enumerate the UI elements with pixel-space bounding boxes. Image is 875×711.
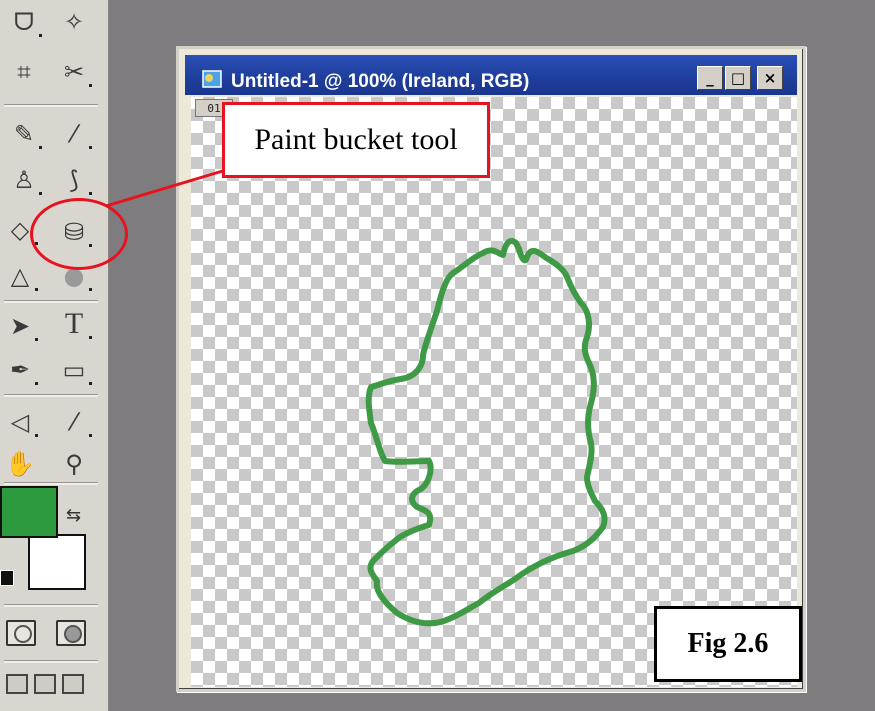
audio-note-icon: ◁ [10, 408, 30, 436]
brush-icon: ⁄ [71, 120, 76, 148]
quick-mask-icon [64, 625, 82, 643]
close-icon: × [763, 69, 777, 87]
close-button[interactable]: × [757, 66, 783, 90]
background-color-swatch[interactable] [28, 534, 86, 590]
type-tool[interactable]: T [54, 306, 94, 342]
toolbox-divider [4, 104, 98, 107]
image-canvas[interactable] [191, 97, 797, 687]
eyedropper-icon: ⁄ [71, 408, 76, 436]
ireland-outline [365, 237, 608, 627]
document-title-bar[interactable]: Untitled-1 @ 100% (Ireland, RGB) _ □ × [185, 55, 797, 95]
paint-bucket-callout: Paint bucket tool [222, 102, 490, 178]
bandage-icon: ✎ [13, 120, 35, 148]
slice-icon: ✂ [63, 58, 85, 86]
pen-tool[interactable]: ✒ [0, 352, 40, 388]
pen-icon: ✒ [9, 356, 31, 384]
lasso-tool[interactable]: ᗜ [4, 4, 44, 40]
eyedropper-tool[interactable]: ⁄ [54, 404, 94, 440]
crop-tool[interactable]: ⌗ [4, 54, 44, 90]
minimize-icon: _ [706, 69, 714, 87]
rectangle-icon: ▭ [62, 356, 86, 384]
crop-icon: ⌗ [17, 58, 31, 86]
full-screen-mode-button[interactable] [62, 674, 84, 694]
magic-wand-icon: ✧ [63, 8, 85, 36]
magic-wand-tool[interactable]: ✧ [54, 4, 94, 40]
brush-tool[interactable]: ⁄ [54, 116, 94, 152]
photoshop-document-icon [202, 70, 222, 88]
maximize-icon: □ [730, 69, 746, 87]
figure-label-text: Fig 2.6 [687, 628, 769, 659]
figure-label: Fig 2.6 [654, 606, 802, 682]
type-icon: T [64, 307, 84, 340]
toolbox-divider [4, 660, 98, 663]
magnifier-icon: ⚲ [65, 450, 83, 478]
eraser-icon: ◇ [10, 216, 30, 244]
toolbox-panel: ᗜ ✧ ⌗ ✂ ✎ ⁄ ♙ ⟆ ◇ ⛁ △ ● ➤ T ✒ ▭ ◁ ⁄ ✋ ⚲ … [0, 0, 109, 711]
hand-icon: ✋ [5, 450, 35, 478]
toolbox-divider [4, 604, 98, 607]
toolbox-divider [4, 300, 98, 303]
callout-label: Paint bucket tool [254, 123, 458, 156]
toolbox-divider [4, 394, 98, 397]
swap-colors-icon[interactable]: ⇆ [66, 505, 81, 526]
paint-bucket-highlight-circle [30, 198, 128, 270]
quick-mask-mode-button[interactable] [56, 620, 86, 646]
default-colors-icon[interactable] [0, 570, 14, 586]
stamp-icon: ♙ [13, 166, 35, 194]
slice-tool[interactable]: ✂ [54, 54, 94, 90]
toolbox-divider [4, 482, 98, 485]
history-brush-tool[interactable]: ⟆ [54, 162, 94, 198]
lasso-icon: ᗜ [14, 8, 34, 36]
document-title: Untitled-1 @ 100% (Ireland, RGB) [231, 71, 530, 92]
standard-screen-mode-button[interactable] [6, 674, 28, 694]
minimize-button[interactable]: _ [697, 66, 723, 90]
foreground-color-swatch[interactable] [0, 486, 58, 538]
healing-brush-tool[interactable]: ✎ [4, 116, 44, 152]
maximize-button[interactable]: □ [725, 66, 751, 90]
arrow-icon: ➤ [9, 312, 31, 340]
path-selection-tool[interactable]: ➤ [0, 308, 40, 344]
shape-tool[interactable]: ▭ [54, 352, 94, 388]
history-brush-icon: ⟆ [69, 166, 79, 194]
clone-stamp-tool[interactable]: ♙ [4, 162, 44, 198]
standard-mode-icon [14, 625, 32, 643]
hand-tool[interactable]: ✋ [0, 446, 40, 482]
blur-drop-icon: △ [10, 262, 30, 290]
zoom-tool[interactable]: ⚲ [54, 446, 94, 482]
standard-mode-button[interactable] [6, 620, 36, 646]
blur-tool[interactable]: △ [0, 258, 40, 294]
notes-tool[interactable]: ◁ [0, 404, 40, 440]
full-screen-menu-mode-button[interactable] [34, 674, 56, 694]
